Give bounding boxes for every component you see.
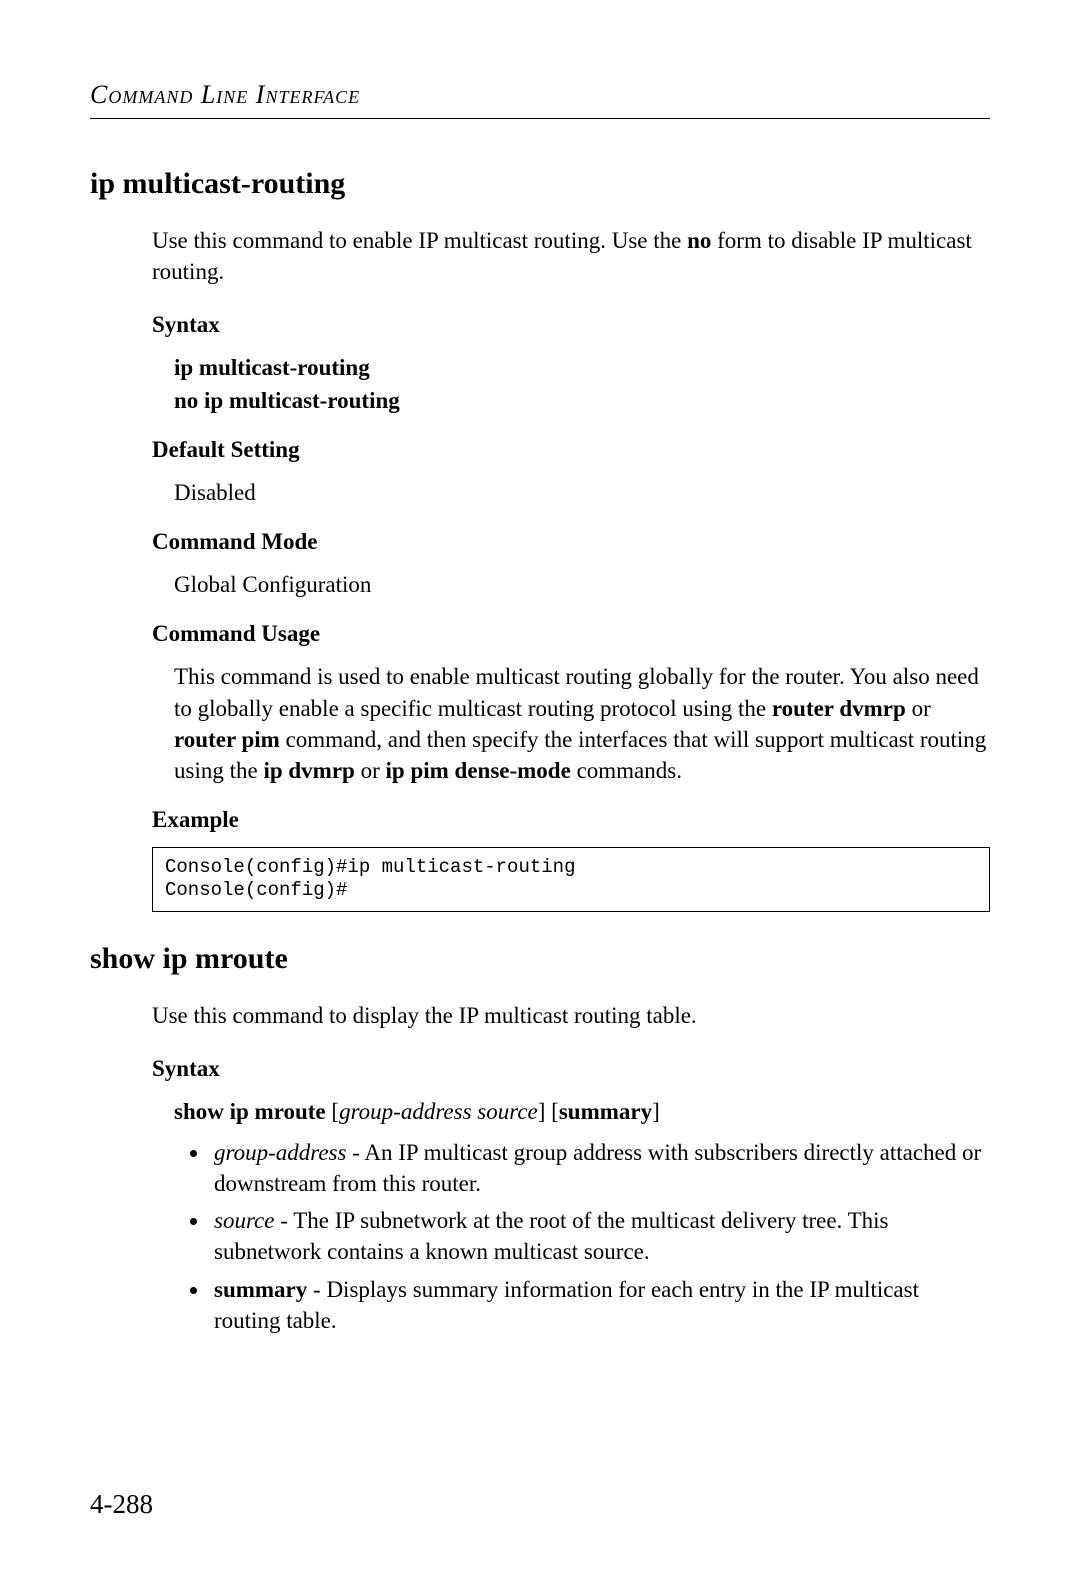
- bullet-3: summary - Displays summary information f…: [210, 1274, 990, 1336]
- header-rule: [90, 118, 990, 119]
- usage-bold-1: router dvmrp: [772, 696, 906, 721]
- argument-list: group-address - An IP multicast group ad…: [210, 1137, 990, 1335]
- usage-bold-2: router pim: [174, 727, 280, 752]
- code-example: Console(config)#ip multicast-routing Con…: [152, 847, 990, 913]
- usage-bold-4: ip pim dense-mode: [386, 758, 571, 783]
- section-title-2: show ip mroute: [90, 942, 990, 976]
- syntax-arg-1: group-address source: [339, 1099, 538, 1124]
- bullet-3-term: summary: [214, 1277, 307, 1302]
- usage-part-5: commands.: [571, 758, 682, 783]
- section-1-content: Use this command to enable IP multicast …: [152, 225, 990, 912]
- usage-text: This command is used to enable multicast…: [174, 661, 990, 785]
- syntax-line-1: ip multicast-routing: [174, 352, 990, 383]
- section-title-1: ip multicast-routing: [90, 167, 990, 201]
- usage-heading: Command Usage: [152, 618, 990, 649]
- syntax-args-line: show ip mroute [group-address source] [s…: [174, 1096, 990, 1127]
- syntax-line-2: no ip multicast-routing: [174, 385, 990, 416]
- bullet-2-term: source: [214, 1208, 274, 1233]
- page-number: 4-288: [90, 1489, 153, 1520]
- bracket-open-1: [: [331, 1099, 339, 1124]
- default-heading: Default Setting: [152, 434, 990, 465]
- syntax-heading-1: Syntax: [152, 309, 990, 340]
- mode-heading: Command Mode: [152, 526, 990, 557]
- example-heading: Example: [152, 804, 990, 835]
- bracket-close-1: ] [: [538, 1099, 559, 1124]
- page-header: Command Line Interface: [90, 80, 990, 110]
- usage-part-4: or: [355, 758, 386, 783]
- bullet-2: source - The IP subnetwork at the root o…: [210, 1205, 990, 1267]
- mode-value: Global Configuration: [174, 569, 990, 600]
- syntax-arg-2: summary: [559, 1099, 652, 1124]
- bullet-1: group-address - An IP multicast group ad…: [210, 1137, 990, 1199]
- bullet-2-text: - The IP subnetwork at the root of the m…: [214, 1208, 889, 1264]
- default-value: Disabled: [174, 477, 990, 508]
- intro-text-2: Use this command to display the IP multi…: [152, 1000, 990, 1031]
- intro-bold: no: [687, 228, 711, 253]
- syntax-heading-2: Syntax: [152, 1053, 990, 1084]
- intro-pre: Use this command to enable IP multicast …: [152, 228, 687, 253]
- bullet-1-term: group-address: [214, 1140, 346, 1165]
- usage-bold-3: ip dvmrp: [263, 758, 354, 783]
- syntax-block-1: ip multicast-routing no ip multicast-rou…: [174, 352, 990, 416]
- usage-part-2: or: [906, 696, 931, 721]
- section-2-content: Use this command to display the IP multi…: [152, 1000, 990, 1335]
- bracket-close-2: ]: [652, 1099, 660, 1124]
- bullet-3-text: - Displays summary information for each …: [214, 1277, 919, 1333]
- syntax-cmd: show ip mroute: [174, 1099, 326, 1124]
- intro-text-1: Use this command to enable IP multicast …: [152, 225, 990, 287]
